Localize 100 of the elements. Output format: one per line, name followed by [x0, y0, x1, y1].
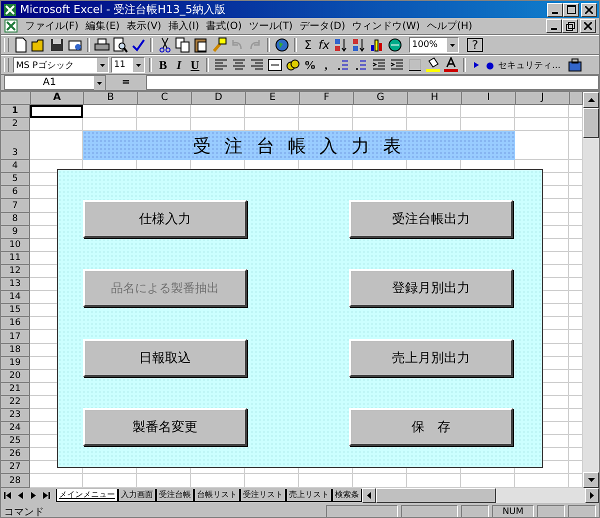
sheet-tab[interactable]: メインメニュー: [56, 489, 118, 502]
column-header[interactable]: E: [246, 92, 300, 105]
scroll-up-button[interactable]: [583, 92, 599, 108]
sheet-tab[interactable]: 受注リスト: [240, 489, 286, 502]
spreadsheet-cell[interactable]: [30, 118, 83, 132]
underline-button[interactable]: U: [188, 57, 202, 73]
row-header[interactable]: 3: [1, 131, 30, 160]
row-header[interactable]: 11: [1, 252, 30, 265]
chart-icon[interactable]: [369, 37, 385, 53]
row-header[interactable]: 5: [1, 173, 30, 186]
spreadsheet-cell[interactable]: [137, 105, 191, 118]
row-header[interactable]: 28: [1, 474, 30, 488]
formula-field[interactable]: [146, 75, 599, 90]
menu-item[interactable]: 編集(E): [86, 19, 120, 33]
spreadsheet-cell[interactable]: [245, 105, 299, 118]
italic-button[interactable]: I: [172, 57, 186, 73]
spreadsheet-cell[interactable]: [245, 474, 299, 488]
row-header[interactable]: 27: [1, 461, 30, 474]
menu-item[interactable]: 挿入(I): [168, 19, 200, 33]
sheet-tab[interactable]: 受注台帳: [156, 489, 194, 502]
close-button[interactable]: [581, 2, 597, 16]
menu-item[interactable]: ファイル(F): [25, 19, 79, 33]
menu-item[interactable]: 書式(O): [206, 19, 242, 33]
brush-icon[interactable]: [211, 37, 227, 53]
comma-button[interactable]: ,: [319, 57, 333, 73]
menu-button[interactable]: 売上月別出力: [349, 338, 513, 377]
scroll-thumb[interactable]: [583, 108, 599, 138]
row-header[interactable]: 20: [1, 370, 30, 383]
menu-item[interactable]: ツール(T): [248, 19, 293, 33]
workbook-icon[interactable]: [4, 19, 18, 33]
percent-button[interactable]: %: [303, 57, 317, 73]
scroll-down-button[interactable]: [583, 472, 599, 488]
column-header[interactable]: B: [84, 92, 138, 105]
spreadsheet-cell[interactable]: [353, 105, 407, 118]
row-header[interactable]: 25: [1, 435, 30, 448]
menu-button[interactable]: 日報取込: [83, 338, 247, 377]
spreadsheet-cell[interactable]: [299, 105, 353, 118]
print-preview-icon[interactable]: [112, 37, 128, 53]
row-header[interactable]: 15: [1, 304, 30, 318]
row-header[interactable]: 16: [1, 317, 30, 330]
row-header[interactable]: 24: [1, 422, 30, 436]
horizontal-scrollbar[interactable]: [362, 488, 599, 503]
font-color-icon[interactable]: [443, 57, 459, 73]
copy-icon[interactable]: [175, 37, 191, 53]
menu-item[interactable]: 表示(V): [126, 19, 162, 33]
scissors-icon[interactable]: [157, 37, 173, 53]
minimize-button[interactable]: [547, 2, 563, 16]
sheet-tab[interactable]: 売上リスト: [286, 489, 332, 502]
column-header[interactable]: J: [516, 92, 570, 105]
column-header[interactable]: I: [462, 92, 516, 105]
row-header[interactable]: 22: [1, 396, 30, 409]
row-header[interactable]: 9: [1, 226, 30, 239]
spellcheck-icon[interactable]: [130, 37, 146, 53]
row-header[interactable]: 7: [1, 199, 30, 213]
spreadsheet-cell[interactable]: [83, 105, 137, 118]
clipboard-icon[interactable]: [193, 37, 209, 53]
scroll-thumb[interactable]: [376, 488, 496, 503]
globe-icon[interactable]: [274, 37, 290, 53]
row-header[interactable]: 23: [1, 408, 30, 422]
menu-button[interactable]: 仕様入力: [83, 200, 247, 238]
merge-cells-icon[interactable]: [267, 57, 283, 73]
row-header[interactable]: 1: [1, 105, 30, 118]
column-header[interactable]: D: [192, 92, 246, 105]
font-dropdown[interactable]: MS Pゴシック: [13, 57, 109, 73]
row-header[interactable]: 21: [1, 382, 30, 396]
spreadsheet-cell[interactable]: [30, 474, 83, 488]
column-header[interactable]: F: [300, 92, 354, 105]
spreadsheet-cell[interactable]: [461, 105, 515, 118]
fill-color-icon[interactable]: [425, 57, 441, 73]
scroll-right-button[interactable]: [585, 488, 599, 503]
spreadsheet-cell[interactable]: [515, 118, 569, 132]
spreadsheet-cell[interactable]: [83, 474, 137, 488]
spreadsheet-cell[interactable]: [299, 474, 353, 488]
toolbox-icon[interactable]: [566, 57, 583, 73]
security-button[interactable]: セキュリティ...: [498, 58, 561, 72]
sheet-tab[interactable]: 入力画面: [118, 489, 156, 502]
last-sheet-button[interactable]: [40, 489, 53, 502]
spreadsheet-cell[interactable]: [191, 474, 245, 488]
spreadsheet-cell[interactable]: [515, 105, 569, 118]
row-header[interactable]: 13: [1, 278, 30, 292]
minimize-button[interactable]: [546, 19, 562, 33]
row-header[interactable]: 17: [1, 330, 30, 344]
autosum-button[interactable]: Σ: [301, 37, 315, 53]
borders-icon[interactable]: [407, 57, 423, 73]
row-header[interactable]: 2: [1, 118, 30, 132]
menu-button[interactable]: 受注台帳出力: [349, 200, 513, 238]
scroll-left-button[interactable]: [362, 488, 376, 503]
row-header[interactable]: 18: [1, 344, 30, 357]
bold-button[interactable]: B: [156, 57, 170, 73]
row-header[interactable]: 10: [1, 238, 30, 252]
menu-button[interactable]: 保 存: [349, 408, 513, 446]
restore-button[interactable]: [562, 19, 578, 33]
first-sheet-button[interactable]: [1, 489, 14, 502]
zoom-dropdown[interactable]: 100%: [409, 37, 459, 53]
menu-button[interactable]: 製番名変更: [83, 408, 247, 446]
sheet-tab[interactable]: 検索条: [332, 489, 362, 502]
map-icon[interactable]: [387, 37, 403, 53]
sort-ascending-icon[interactable]: [333, 37, 349, 53]
font-size-dropdown[interactable]: 11: [111, 57, 145, 73]
row-header[interactable]: 14: [1, 291, 30, 304]
